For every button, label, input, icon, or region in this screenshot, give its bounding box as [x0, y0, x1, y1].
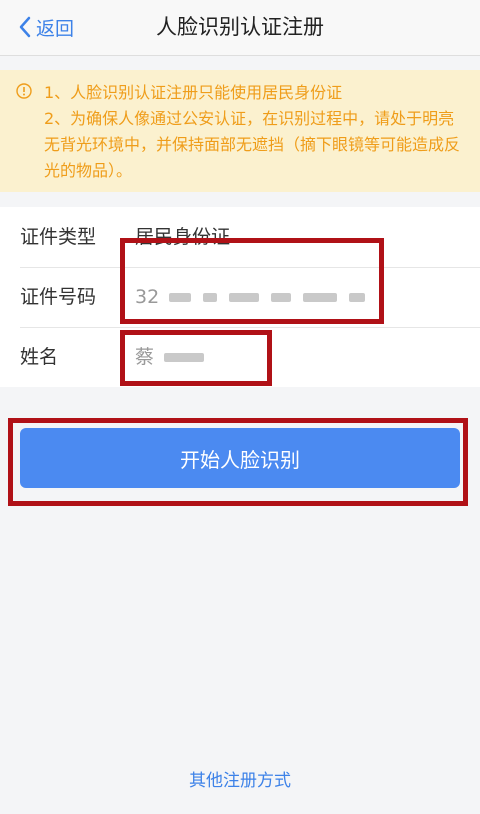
annotation-box-start-button	[8, 418, 468, 506]
warning-circle-icon	[16, 83, 32, 99]
id-type-label: 证件类型	[20, 226, 97, 248]
name-label: 姓名	[20, 346, 59, 368]
nav-bar: 返回 人脸识别认证注册	[0, 0, 480, 56]
page-title: 人脸识别认证注册	[156, 15, 324, 39]
notice-banner: 1、人脸识别认证注册只能使用居民身份证 2、为确保人像通过公安认证，在识别过程中…	[0, 70, 480, 192]
annotation-box-name	[120, 330, 272, 386]
notice-line-2: 2、为确保人像通过公安认证，在识别过程中，请处于明亮无背光环境中，并保持面部无遮…	[44, 109, 461, 180]
other-registration-link[interactable]: 其他注册方式	[0, 766, 480, 791]
notice-line-1: 1、人脸识别认证注册只能使用居民身份证	[44, 83, 343, 102]
annotation-box-id-number	[120, 238, 384, 324]
id-number-label: 证件号码	[20, 286, 97, 308]
